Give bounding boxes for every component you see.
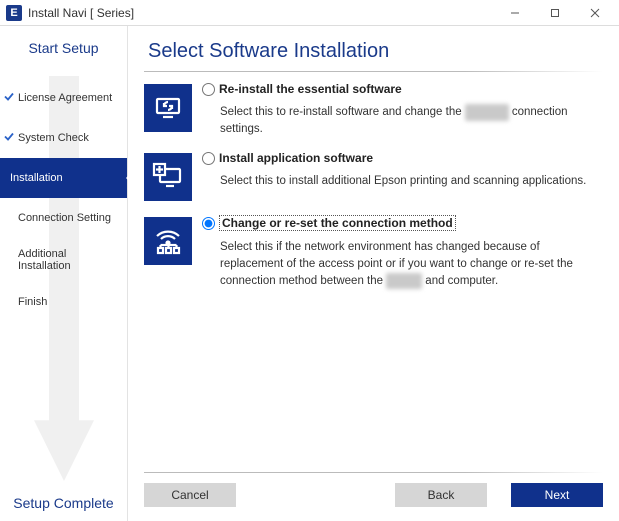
option-radio-row[interactable]: Change or re-set the connection method (202, 215, 603, 231)
sidebar-step-label: Finish (18, 296, 47, 308)
back-button[interactable]: Back (395, 483, 487, 507)
sidebar-end-label: Setup Complete (0, 489, 127, 513)
option-radio-row[interactable]: Install application software (202, 151, 603, 165)
sidebar-step-label: License Agreement (18, 92, 112, 104)
close-button[interactable] (575, 1, 615, 25)
option-title: Install application software (219, 151, 373, 165)
sidebar-step-label: Installation (10, 172, 63, 184)
footer: Cancel Back Next (128, 466, 619, 521)
page-title: Select Software Installation (128, 26, 619, 71)
option-description: Select this to install additional Epson … (220, 173, 603, 190)
option-radio[interactable] (202, 83, 215, 96)
redacted-text: Printer's (465, 104, 509, 121)
option-icon (144, 217, 192, 265)
sidebar-step: Installation (0, 158, 127, 198)
titlebar: E Install Navi [ Series] (0, 0, 619, 26)
window-title: Install Navi [ Series] (28, 6, 134, 20)
sidebar-step-label: Additional Installation (18, 248, 121, 272)
options-list: Re-install the essential software Select … (128, 82, 619, 466)
minimize-button[interactable] (495, 1, 535, 25)
option-radio[interactable] (202, 152, 215, 165)
separator (144, 71, 603, 72)
option-title: Re-install the essential software (219, 82, 402, 96)
sidebar-start-label: Start Setup (0, 34, 127, 58)
option-title: Change or re-set the connection method (219, 215, 456, 231)
option-description: Select this if the network environment h… (220, 239, 603, 289)
option-description: Select this to re-install software and c… (220, 104, 603, 137)
next-button[interactable]: Next (511, 483, 603, 507)
maximize-button[interactable] (535, 1, 575, 25)
app-icon: E (6, 5, 22, 21)
option-radio-row[interactable]: Re-install the essential software (202, 82, 603, 96)
option-icon (144, 84, 192, 132)
sidebar: Start Setup License Agreement System Chec… (0, 26, 128, 521)
option-row: Install application software Select this … (144, 151, 603, 201)
sidebar-step: System Check (0, 118, 127, 158)
option-row: Re-install the essential software Select … (144, 82, 603, 137)
sidebar-step: Additional Installation (0, 238, 127, 282)
sidebar-step-label: System Check (18, 132, 89, 144)
sidebar-step: Connection Setting (0, 198, 127, 238)
option-radio[interactable] (202, 217, 215, 230)
redacted-text: Printer (386, 273, 422, 290)
sidebar-steps: License Agreement System Check Installatio… (0, 78, 127, 322)
separator (144, 472, 603, 473)
sidebar-step: Finish (0, 282, 127, 322)
sidebar-step: License Agreement (0, 78, 127, 118)
sidebar-step-label: Connection Setting (18, 212, 111, 224)
option-row: Change or re-set the connection method Se… (144, 215, 603, 289)
check-icon (4, 92, 14, 105)
option-icon (144, 153, 192, 201)
check-icon (4, 132, 14, 145)
cancel-button[interactable]: Cancel (144, 483, 236, 507)
